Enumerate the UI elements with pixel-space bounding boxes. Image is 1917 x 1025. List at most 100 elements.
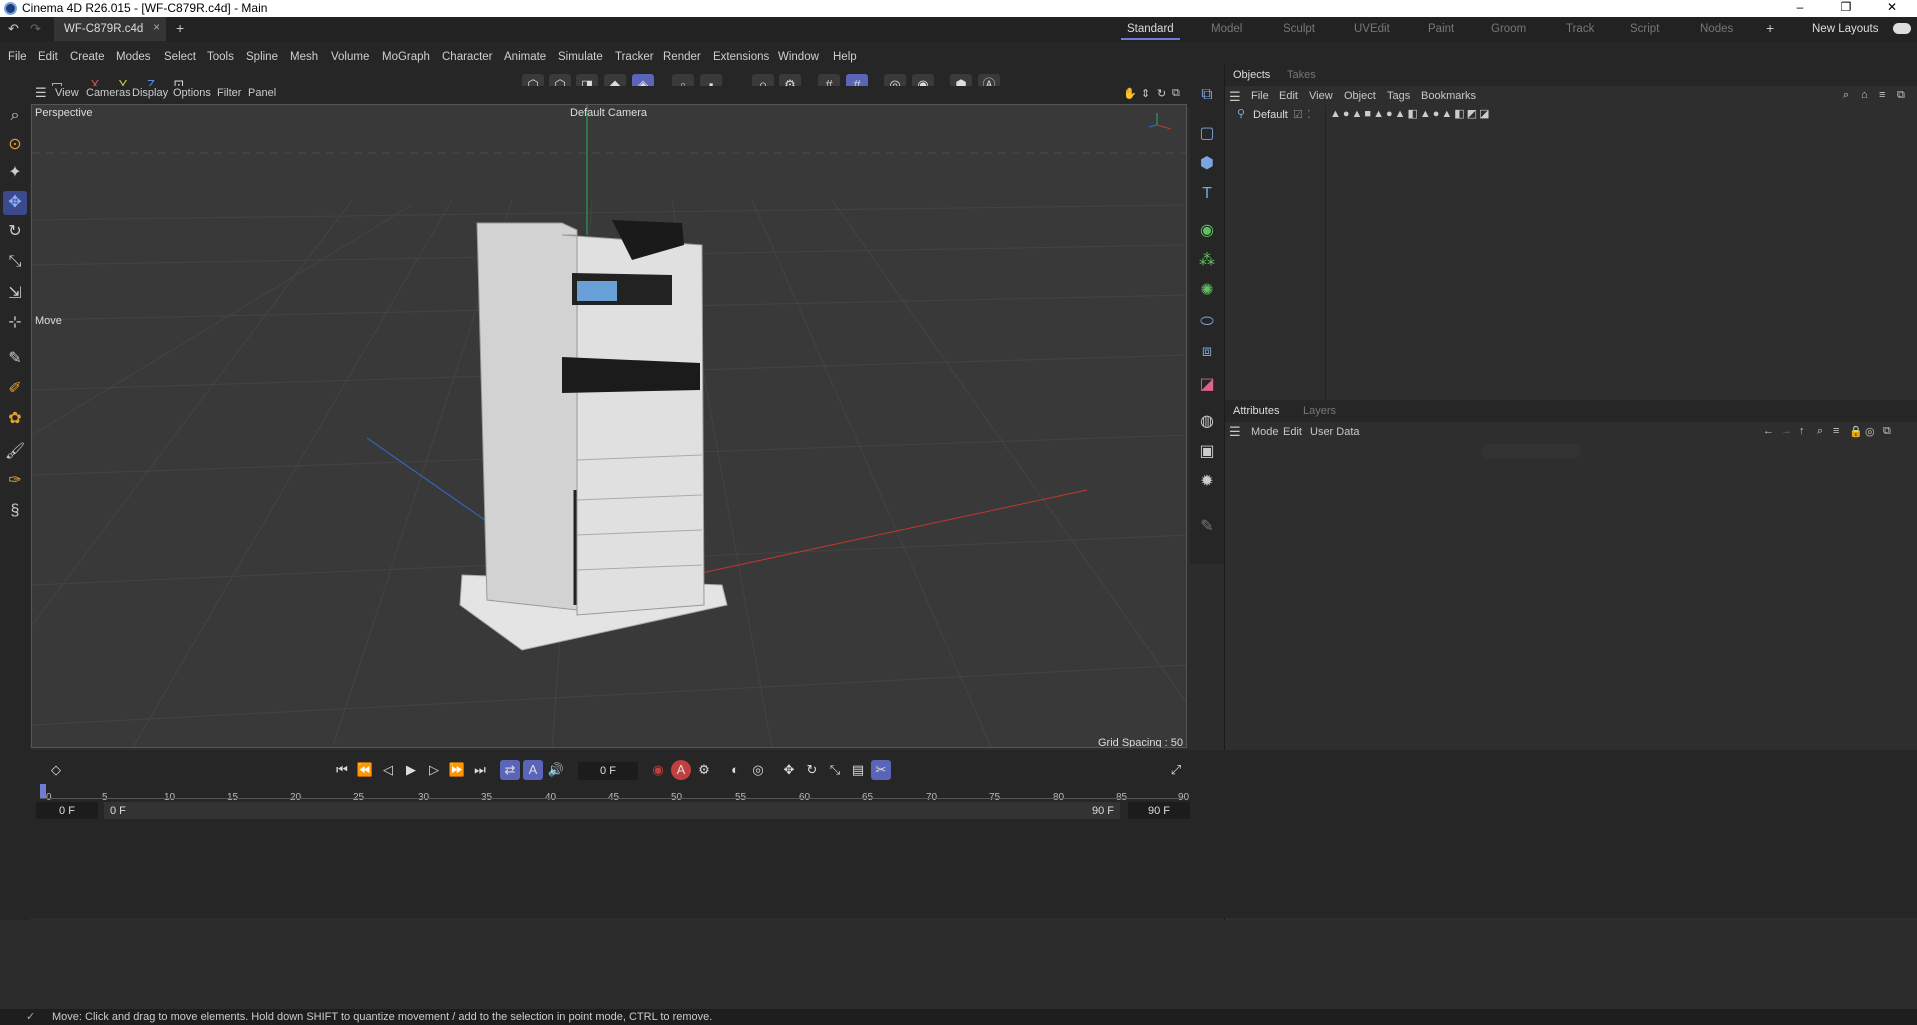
settings-icon[interactable]: ◎ xyxy=(1865,425,1875,438)
layout-tab-uvedit[interactable]: UVEdit xyxy=(1354,23,1390,35)
viewport-menu-options[interactable]: Options xyxy=(173,87,211,99)
next-key-icon[interactable]: ⏩ xyxy=(447,760,467,780)
layout-tab-script[interactable]: Script xyxy=(1630,23,1659,35)
keyframe-icon[interactable]: ◇ xyxy=(46,760,66,780)
viewport-menu-cameras[interactable]: Cameras xyxy=(86,87,131,99)
scale-key-icon[interactable]: ⤡ xyxy=(825,760,845,780)
sculpt-tool-icon[interactable]: § xyxy=(3,499,27,523)
tab-attributes[interactable]: Attributes xyxy=(1233,405,1279,417)
3d-viewport[interactable]: Perspective Default Camera Move Grid Spa… xyxy=(31,104,1187,748)
objects-menu-edit[interactable]: Edit xyxy=(1279,90,1298,102)
menu-render[interactable]: Render xyxy=(663,51,701,63)
select-tool-icon[interactable]: ⊙ xyxy=(3,133,27,157)
rotation-key-icon[interactable]: ↻ xyxy=(802,760,822,780)
preview-range-slider[interactable]: 0 F 90 F xyxy=(104,802,1120,819)
pan-icon[interactable]: ✋ xyxy=(1123,87,1137,100)
menu-tools[interactable]: Tools xyxy=(207,51,234,63)
scale-tool-icon[interactable]: ⤡ xyxy=(3,250,27,274)
light-icon[interactable]: ✹ xyxy=(1194,469,1220,495)
sound-icon[interactable]: 🔊 xyxy=(546,760,566,780)
attributes-search-field[interactable] xyxy=(1481,444,1581,458)
edit-icon[interactable]: ✎ xyxy=(1194,514,1220,540)
live-selection-icon[interactable]: ✦ xyxy=(3,161,27,185)
end-frame-field[interactable]: 90 F xyxy=(1128,802,1190,819)
attributes-menu-mode[interactable]: Mode xyxy=(1251,426,1279,438)
field-icon[interactable]: ⧈ xyxy=(1194,339,1220,365)
filter-attributes-icon[interactable]: ≡ xyxy=(1833,425,1839,437)
dolly-icon[interactable]: ⇕ xyxy=(1141,87,1150,100)
keyframe-settings-icon[interactable]: ⚙ xyxy=(694,760,714,780)
point-level-icon[interactable]: ✂ xyxy=(871,760,891,780)
render-dots-icon[interactable]: ⁚ xyxy=(1307,108,1311,121)
objects-menu-icon[interactable]: ☰ xyxy=(1229,89,1241,105)
home-icon[interactable]: ⌂ xyxy=(1861,89,1868,101)
move-tool-icon[interactable]: ✥ xyxy=(3,191,27,215)
deformer-icon[interactable]: ⬭ xyxy=(1194,309,1220,335)
menu-select[interactable]: Select xyxy=(164,51,196,63)
lock-icon[interactable]: 🔒 xyxy=(1849,425,1863,438)
undo-icon[interactable]: ↶ xyxy=(8,21,19,37)
camera-label[interactable]: Default Camera xyxy=(570,107,647,119)
forward-arrow-icon[interactable]: → xyxy=(1781,425,1792,437)
rotate-tool-icon[interactable]: ↻ xyxy=(3,220,27,244)
maximize-button[interactable]: ❐ xyxy=(1823,0,1869,17)
previous-frame-icon[interactable]: ◁ xyxy=(378,760,398,780)
menu-tracker[interactable]: Tracker xyxy=(615,51,654,63)
spline-pen-icon[interactable]: ✎ xyxy=(3,347,27,371)
environment-icon[interactable]: ◍ xyxy=(1194,409,1220,435)
up-arrow-icon[interactable]: ↑ xyxy=(1799,425,1805,437)
current-frame-field[interactable]: 0 F xyxy=(578,762,638,780)
tab-layers[interactable]: Layers xyxy=(1303,405,1336,417)
filter-icon[interactable]: ≡ xyxy=(1879,89,1885,101)
menu-animate[interactable]: Animate xyxy=(504,51,546,63)
close-tab-icon[interactable]: × xyxy=(153,22,160,34)
attributes-menu-edit[interactable]: Edit xyxy=(1283,426,1302,438)
effector-icon[interactable]: ✺ xyxy=(1194,278,1220,304)
spline-rectangle-icon[interactable]: ▢ xyxy=(1194,121,1220,147)
tab-takes[interactable]: Takes xyxy=(1287,69,1316,81)
menu-simulate[interactable]: Simulate xyxy=(558,51,603,63)
autokey-icon[interactable]: A xyxy=(671,760,691,780)
placement-tool-icon[interactable]: ⊹ xyxy=(3,311,27,335)
text-object-icon[interactable]: T xyxy=(1194,181,1220,207)
frame-ruler[interactable]: 0 5 10 15 20 25 30 35 40 45 50 55 60 65 … xyxy=(40,784,1189,803)
object-name[interactable]: Default xyxy=(1253,109,1288,121)
open-window-icon[interactable]: ⧉ xyxy=(1883,425,1891,438)
objects-menu-object[interactable]: Object xyxy=(1344,90,1376,102)
visibility-toggle-icon[interactable]: ☑ xyxy=(1293,108,1303,121)
generator-icon[interactable]: ◉ xyxy=(1194,218,1220,244)
previous-key-icon[interactable]: ⏪ xyxy=(355,760,375,780)
timeline-sync-icon[interactable]: ◎ xyxy=(748,760,768,780)
record-icon[interactable]: ◉ xyxy=(648,760,668,780)
layout-tab-nodes[interactable]: Nodes xyxy=(1700,23,1733,35)
start-frame-field[interactable]: 0 F xyxy=(36,802,98,819)
layout-tab-groom[interactable]: Groom xyxy=(1491,23,1526,35)
menu-edit[interactable]: Edit xyxy=(38,51,58,63)
toggle-switch-icon[interactable] xyxy=(1893,23,1911,34)
back-arrow-icon[interactable]: ← xyxy=(1763,425,1774,437)
menu-mograph[interactable]: MoGraph xyxy=(382,51,430,63)
document-tab[interactable]: WF-C879R.c4d × xyxy=(54,17,166,41)
orbit-icon[interactable]: ↻ xyxy=(1157,87,1166,100)
search-objects-icon[interactable]: ⌕ xyxy=(1843,89,1849,102)
tab-objects[interactable]: Objects xyxy=(1233,69,1270,81)
add-tab-button[interactable]: + xyxy=(176,20,184,36)
menu-extensions[interactable]: Extensions xyxy=(713,51,769,63)
printer-model[interactable] xyxy=(459,220,728,651)
timeline-expand-icon[interactable]: ⤢ xyxy=(1166,760,1186,780)
polygon-pen-icon[interactable]: ✿ xyxy=(3,407,27,431)
layout-tab-track[interactable]: Track xyxy=(1566,23,1594,35)
sketch-tool-icon[interactable]: ✐ xyxy=(3,377,27,401)
attributes-menu-user-data[interactable]: User Data xyxy=(1310,426,1360,438)
objects-menu-tags[interactable]: Tags xyxy=(1387,90,1410,102)
menu-character[interactable]: Character xyxy=(442,51,493,63)
loop-icon[interactable]: ⇄ xyxy=(500,760,520,780)
redo-icon[interactable]: ↷ xyxy=(30,21,41,37)
objects-menu-view[interactable]: View xyxy=(1309,90,1333,102)
parameter-key-icon[interactable]: ▤ xyxy=(848,760,868,780)
maximize-view-icon[interactable]: ⧉ xyxy=(1172,87,1180,100)
next-frame-icon[interactable]: ▷ xyxy=(424,760,444,780)
object-row[interactable]: ⚲ Default ☑ ⁚ ▲●▲■▲●▲◧▲●▲◧◩◪ xyxy=(1225,106,1917,124)
layout-tab-standard[interactable]: Standard xyxy=(1121,23,1180,40)
cloner-icon[interactable]: ⁂ xyxy=(1194,248,1220,274)
